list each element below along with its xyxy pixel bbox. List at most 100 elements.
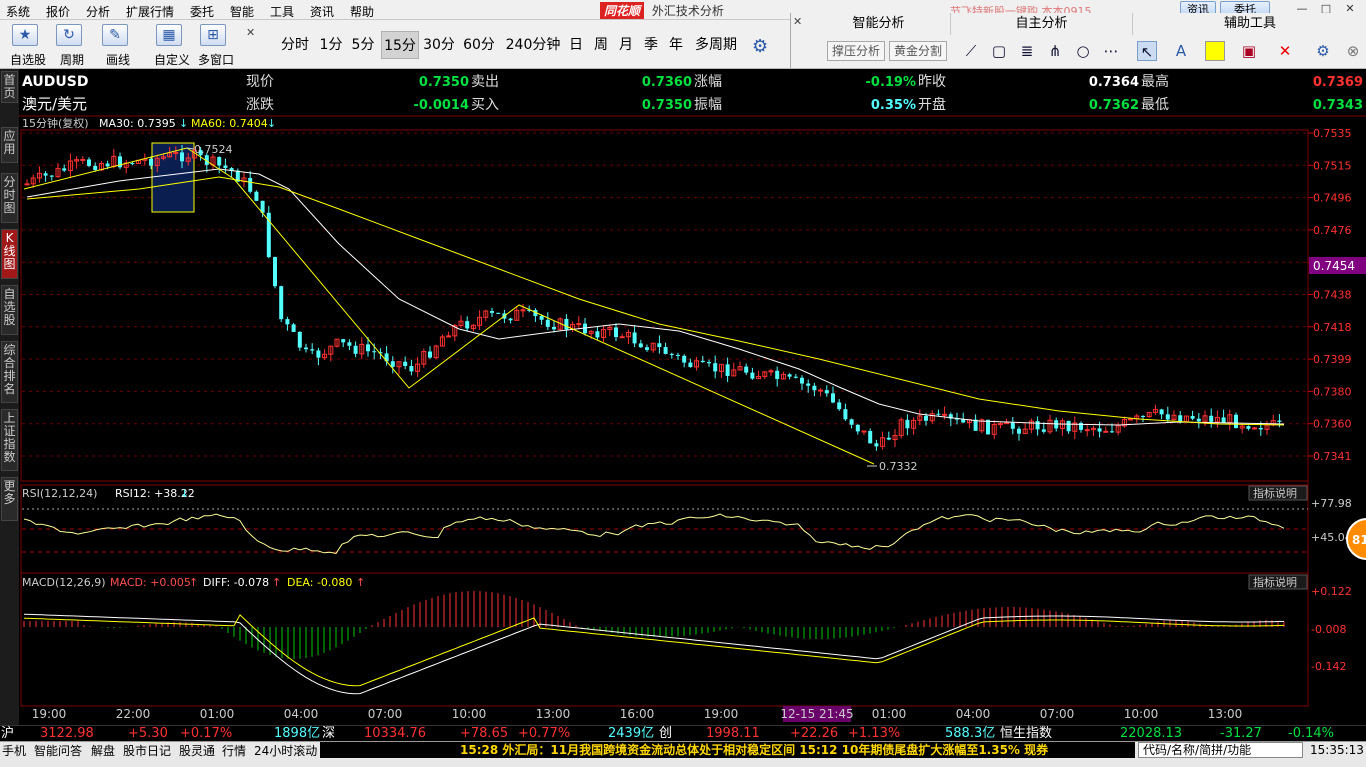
x-tick-label: 19:00 — [32, 707, 67, 721]
x-tick-label: 07:00 — [368, 707, 403, 721]
menu-trade[interactable]: 委托 — [190, 3, 214, 20]
index-sh-name[interactable]: 沪 — [1, 726, 14, 741]
period-tab-month[interactable]: 月 — [616, 31, 636, 59]
tool-panel-close-icon[interactable]: ⊗ — [1343, 41, 1363, 61]
nav-tab-home[interactable]: 首页 — [1, 71, 18, 103]
news-text[interactable]: 15:28 外汇局：11月我国跨境资金流动总体处于相对稳定区间 15:12 10… — [460, 742, 1048, 758]
custom-button[interactable]: ▦ 自定义 — [150, 20, 190, 67]
save-icon[interactable]: ▣ — [1239, 41, 1259, 61]
nav-tab-more[interactable]: 更多 — [1, 477, 18, 521]
nav-tab-ranking[interactable]: 综合排名 — [1, 341, 18, 403]
period-tab-quarter[interactable]: 季 — [641, 31, 661, 59]
nav-tab-shindex[interactable]: 上证指数 — [1, 409, 18, 471]
custom-icon: ▦ — [156, 24, 182, 46]
tool-settings-icon[interactable]: ⚙ — [1313, 41, 1333, 61]
menu-analysis[interactable]: 分析 — [86, 3, 110, 20]
candle-down — [831, 393, 835, 403]
index-sz-change: +78.65 — [460, 726, 509, 741]
support-resistance-button[interactable]: 撑压分析 — [827, 41, 885, 61]
line-tool-icon[interactable]: ⟋ — [961, 41, 981, 61]
panel-close-icon[interactable]: ✕ — [793, 15, 802, 28]
nav-tab-kline[interactable]: K线图 — [1, 229, 18, 279]
index-sh-change: +5.30 — [128, 726, 168, 741]
channel-tool-icon[interactable]: ≣ — [1017, 41, 1037, 61]
status-diary[interactable]: 股市日记 — [123, 743, 171, 759]
index-hs-name[interactable]: 恒生指数 — [1000, 726, 1052, 741]
high-annotation: 0.7524 — [194, 143, 233, 156]
candle-down — [310, 349, 315, 351]
candle-down — [800, 377, 804, 384]
value-change: -0.0014 — [413, 98, 469, 113]
period-tab-30m[interactable]: 30分 — [421, 31, 457, 59]
candle-down — [539, 316, 544, 320]
period-tab-5m[interactable]: 5分 — [348, 31, 378, 59]
candle-down — [403, 361, 408, 366]
index-cy-name[interactable]: 创 — [659, 726, 672, 741]
x-tick-label: 04:00 — [284, 707, 319, 721]
candle-down — [744, 366, 749, 373]
menu-tools[interactable]: 工具 — [270, 3, 294, 20]
menu-help[interactable]: 帮助 — [350, 3, 374, 20]
kline-chart-svg[interactable]: AUDUSD 澳元/美元 现价 0.7350 卖出 0.7360 涨幅 -0.1… — [19, 69, 1366, 725]
circle-tool-icon[interactable]: ○ — [1073, 41, 1093, 61]
menu-news[interactable]: 资讯 — [310, 3, 334, 20]
cursor-icon[interactable]: ↖ — [1137, 41, 1157, 61]
fibo-tool-icon[interactable]: ⋔ — [1045, 41, 1065, 61]
nav-tab-watchlist[interactable]: 自选股 — [1, 285, 18, 335]
tab-self-analysis[interactable]: 自主分析 — [951, 13, 1133, 35]
pencil-icon: ✎ — [102, 24, 128, 46]
period-tab-1m[interactable]: 1分 — [316, 31, 346, 59]
y-tick-label: 0.7535 — [1313, 127, 1352, 140]
candle-down — [849, 419, 854, 425]
candle-down — [657, 343, 662, 348]
candle-down — [545, 319, 550, 327]
toolbar-close-icon[interactable]: ✕ — [246, 26, 255, 39]
draw-button[interactable]: ✎ 画线 — [96, 20, 136, 67]
delete-icon[interactable]: ✕ — [1275, 41, 1295, 61]
candle-up — [942, 413, 948, 416]
menu-smart[interactable]: 智能 — [230, 3, 254, 20]
index-sz-name[interactable]: 深 — [322, 726, 335, 741]
text-tool-icon[interactable]: A — [1171, 41, 1191, 61]
candle-down — [390, 361, 395, 367]
period-tab-year[interactable]: 年 — [666, 31, 686, 59]
y-tick-label: 0.7360 — [1313, 418, 1352, 431]
period-tab-240m[interactable]: 240分钟 — [502, 31, 564, 59]
chart-area[interactable]: AUDUSD 澳元/美元 现价 0.7350 卖出 0.7360 涨幅 -0.1… — [19, 69, 1366, 725]
menu-extended[interactable]: 扩展行情 — [126, 3, 174, 20]
status-stockpass[interactable]: 股灵通 — [179, 743, 215, 759]
tab-aux-tools[interactable]: 辅助工具 — [1133, 13, 1366, 35]
color-swatch-icon[interactable] — [1205, 41, 1225, 61]
period-tab-day[interactable]: 日 — [566, 31, 586, 59]
index-sh-pct: +0.17% — [180, 726, 233, 741]
period-tab-week[interactable]: 周 — [591, 31, 611, 59]
cycle-button[interactable]: ↻ 周期 — [50, 20, 90, 67]
candle-down — [707, 362, 711, 364]
status-mobile[interactable]: 手机 — [2, 743, 26, 759]
nav-tab-timeshare[interactable]: 分时图 — [1, 173, 18, 223]
period-tab-multi[interactable]: 多周期 — [692, 31, 740, 59]
status-qa[interactable]: 智能问答 — [34, 743, 82, 759]
status-24h[interactable]: 24小时滚动 — [254, 743, 317, 759]
status-market[interactable]: 行情 — [222, 743, 246, 759]
x-tick-label: 10:00 — [452, 707, 487, 721]
period-tab-15m[interactable]: 15分 — [381, 31, 419, 59]
news-ticker[interactable]: 15:28 外汇局：11月我国跨境资金流动总体处于相对稳定区间 15:12 10… — [320, 742, 1135, 758]
multiwindow-label: 多窗口 — [197, 53, 234, 67]
settings-gear-icon[interactable]: ⚙ — [752, 36, 768, 57]
search-input[interactable]: 代码/名称/简拼/功能 — [1138, 742, 1303, 758]
period-tab-60m[interactable]: 60分 — [460, 31, 498, 59]
more-tools-icon[interactable]: ⋯ — [1101, 41, 1121, 61]
nav-tab-apps[interactable]: 应用 — [1, 127, 18, 163]
watchlist-button[interactable]: ★ 自选股 — [6, 20, 46, 67]
multiwindow-button[interactable]: ⊞ 多窗口 — [194, 20, 234, 67]
y-tick-label: 0.7341 — [1313, 450, 1352, 463]
period-tab-timeshare[interactable]: 分时 — [276, 31, 314, 59]
tab-smart-analysis[interactable]: 智能分析 — [807, 13, 951, 35]
macd-tick-label: -0.008 — [1311, 623, 1346, 636]
menu-quote[interactable]: 报价 — [46, 3, 70, 20]
status-analysis[interactable]: 解盘 — [91, 743, 115, 759]
rect-tool-icon[interactable]: ▢ — [989, 41, 1009, 61]
menu-system[interactable]: 系统 — [6, 3, 30, 20]
golden-section-button[interactable]: 黄金分割 — [889, 41, 947, 61]
